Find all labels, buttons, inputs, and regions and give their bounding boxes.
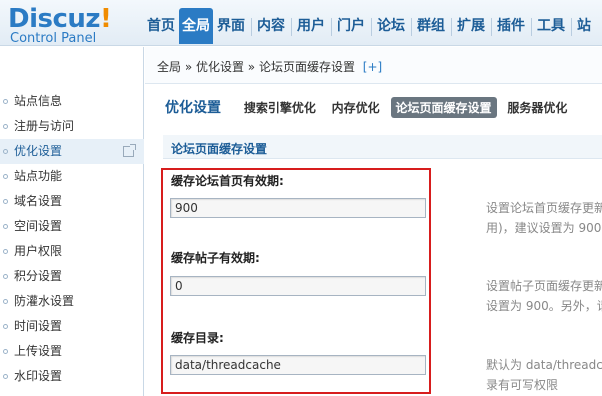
topnav-divider <box>371 18 372 36</box>
sidebar-item-label: 上传设置 <box>14 344 63 358</box>
sidebar-item-antiflood[interactable]: 防灌水设置 <box>0 289 144 314</box>
sidebar-item-label: 水印设置 <box>14 369 63 383</box>
desc-line: 设置论坛首页缓存更新 <box>486 201 602 215</box>
tab-seo[interactable]: 搜索引擎优化 <box>239 97 321 118</box>
desc-line: 设置为 900。另外，请 <box>486 299 602 313</box>
bullet-icon <box>3 374 8 379</box>
sidebar-item-domain[interactable]: 域名设置 <box>0 189 144 214</box>
bullet-icon <box>3 299 8 304</box>
sub-navigation: 优化设置 搜索引擎优化 内存优化 论坛页面缓存设置 服务器优化 <box>145 85 602 127</box>
topnav-extensions[interactable]: 扩展 <box>454 8 488 44</box>
topnav-home[interactable]: 首页 <box>144 8 178 44</box>
topnav-divider <box>331 18 332 36</box>
desc-line: 录有可写权限 <box>486 378 559 392</box>
sidebar-item-site-info[interactable]: 站点信息 <box>0 89 144 114</box>
thread-cache-input[interactable] <box>170 276 426 296</box>
topnav-users[interactable]: 用户 <box>294 8 328 44</box>
open-in-new-icon[interactable] <box>123 144 136 157</box>
header: Discuz! Control Panel 首页 全局 界面 内容 用户 门户 … <box>0 0 602 46</box>
sidebar-item-label: 站点功能 <box>14 169 63 183</box>
cache-dir-input[interactable] <box>170 355 426 375</box>
bullet-icon <box>3 249 8 254</box>
sidebar-item-upload[interactable]: 上传设置 <box>0 339 144 364</box>
field-desc-cache-dir: 默认为 data/threadca 录有可写权限 <box>486 355 602 395</box>
desc-line: 用)，建议设置为 900 <box>486 221 602 235</box>
topnav-divider <box>251 18 252 36</box>
desc-line: 设置帖子页面缓存更新 <box>486 279 602 293</box>
discuz-logo[interactable]: Discuz! Control Panel <box>8 4 138 46</box>
index-cache-input[interactable] <box>170 198 426 218</box>
sidebar: 站点信息 注册与访问 优化设置 站点功能 域名设置 空间设置 用户权限 积分设置… <box>0 47 144 396</box>
topnav-site[interactable]: 站 <box>574 8 594 44</box>
bullet-icon <box>3 99 8 104</box>
topnav-divider <box>451 18 452 36</box>
field-label-thread-cache: 缓存帖子有效期: <box>171 251 260 265</box>
sidebar-item-space[interactable]: 空间设置 <box>0 214 144 239</box>
bullet-icon <box>3 349 8 354</box>
bullet-icon <box>3 174 8 179</box>
bullet-icon <box>3 124 8 129</box>
top-navigation: 首页 全局 界面 内容 用户 门户 论坛 群组 扩展 插件 工具 站 <box>144 8 595 46</box>
tab-page-cache[interactable]: 论坛页面缓存设置 <box>390 97 497 118</box>
sidebar-item-watermark[interactable]: 水印设置 <box>0 364 144 389</box>
field-desc-thread-cache: 设置帖子页面缓存更新 设置为 900。另外，请 <box>486 276 602 316</box>
bullet-icon <box>3 324 8 329</box>
field-label-index-cache: 缓存论坛首页有效期: <box>171 174 284 188</box>
bullet-icon <box>3 274 8 279</box>
sidebar-item-label: 优化设置 <box>14 144 63 158</box>
sidebar-item-label: 站点信息 <box>14 94 63 108</box>
sidebar-item-label: 域名设置 <box>14 194 63 208</box>
topnav-tools[interactable]: 工具 <box>534 8 568 44</box>
topnav-divider <box>291 18 292 36</box>
sidebar-item-label: 注册与访问 <box>14 119 75 133</box>
topnav-global[interactable]: 全局 <box>179 8 213 44</box>
bullet-icon <box>3 224 8 229</box>
add-shortcut-button[interactable]: [+] <box>363 60 382 74</box>
section-header: 论坛页面缓存设置 <box>163 135 602 159</box>
field-desc-index-cache: 设置论坛首页缓存更新 用)，建议设置为 900 <box>486 198 602 238</box>
topnav-groups[interactable]: 群组 <box>414 8 448 44</box>
sidebar-item-register-access[interactable]: 注册与访问 <box>0 114 144 139</box>
topnav-divider <box>531 18 532 36</box>
topnav-content[interactable]: 内容 <box>254 8 288 44</box>
sidebar-item-label: 空间设置 <box>14 219 63 233</box>
tab-memory[interactable]: 内存优化 <box>327 97 385 118</box>
logo-subtitle: Control Panel <box>10 31 97 46</box>
sidebar-item-label: 时间设置 <box>14 319 63 333</box>
topnav-divider <box>411 18 412 36</box>
desc-line: 默认为 data/threadca <box>486 358 602 372</box>
topnav-interface[interactable]: 界面 <box>214 8 248 44</box>
topnav-divider <box>491 18 492 36</box>
sidebar-item-credits[interactable]: 积分设置 <box>0 264 144 289</box>
topnav-portal[interactable]: 门户 <box>334 8 368 44</box>
sidebar-item-label: 积分设置 <box>14 269 63 283</box>
sidebar-item-label: 防灌水设置 <box>14 294 75 308</box>
topnav-forum[interactable]: 论坛 <box>374 8 408 44</box>
logo-wordmark: Discuz! <box>8 4 112 34</box>
breadcrumb-path: 全局 » 优化设置 » 论坛页面缓存设置 <box>157 60 355 74</box>
topnav-plugins[interactable]: 插件 <box>494 8 528 44</box>
breadcrumb: 全局 » 优化设置 » 论坛页面缓存设置 [+] <box>145 47 602 84</box>
sidebar-item-optimization[interactable]: 优化设置 <box>0 139 144 164</box>
bullet-icon <box>3 149 8 154</box>
tab-server[interactable]: 服务器优化 <box>502 97 572 118</box>
sidebar-item-time[interactable]: 时间设置 <box>0 314 144 339</box>
bullet-icon <box>3 199 8 204</box>
sidebar-item-label: 用户权限 <box>14 244 63 258</box>
sidebar-item-site-features[interactable]: 站点功能 <box>0 164 144 189</box>
topnav-divider <box>571 18 572 36</box>
field-label-cache-dir: 缓存目录: <box>171 331 224 345</box>
sidebar-item-permissions[interactable]: 用户权限 <box>0 239 144 264</box>
page-title: 优化设置 <box>165 100 221 116</box>
